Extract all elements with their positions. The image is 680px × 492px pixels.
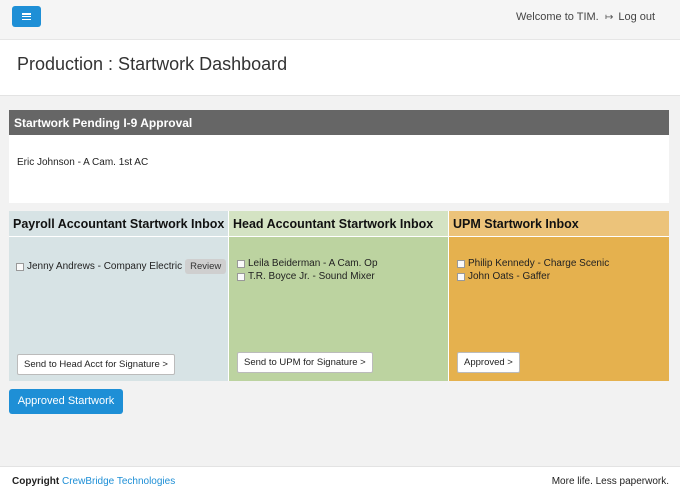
pending-i9-title: Startwork Pending I-9 Approval [9,110,669,135]
send-to-head-acct-button[interactable]: Send to Head Acct for Signature > [17,354,175,375]
list-item: Jenny Andrews - Company Electric Review [16,259,227,274]
top-bar: Welcome to TIM. ↦ Log out [0,0,680,40]
approved-button[interactable]: Approved > [457,352,520,373]
item-label: Jenny Andrews - Company Electric [27,261,183,272]
item-label: John Oats - Gaffer [468,271,551,282]
welcome-text: Welcome to TIM. [516,11,599,23]
list-item: John Oats - Gaffer [457,271,550,282]
review-button[interactable]: Review [185,259,227,274]
list-item: Philip Kennedy - Charge Scenic [457,258,609,269]
page-title: Production : Startwork Dashboard [17,54,288,74]
item-checkbox[interactable] [457,272,465,281]
item-checkbox[interactable] [16,262,24,271]
upm-inbox-title: UPM Startwork Inbox [449,211,669,237]
footer: Copyright CrewBridge Technologies More l… [0,466,680,492]
menu-button[interactable] [12,6,41,27]
item-label: Philip Kennedy - Charge Scenic [468,258,610,269]
pending-item[interactable]: Eric Johnson - A Cam. 1st AC [17,157,148,168]
logout-link[interactable]: ↦ Log out [605,11,655,23]
logout-label: Log out [618,11,656,23]
approved-startwork-button[interactable]: Approved Startwork [9,389,123,414]
pending-i9-panel: Startwork Pending I-9 Approval Eric John… [9,110,669,203]
copyright: Copyright CrewBridge Technologies [12,476,175,487]
item-checkbox[interactable] [237,272,245,281]
copyright-label: Copyright [12,476,60,487]
tagline: More life. Less paperwork. [551,476,669,487]
item-label: T.R. Boyce Jr. - Sound Mixer [248,271,375,282]
item-label: Leila Beiderman - A Cam. Op [248,258,378,269]
item-checkbox[interactable] [237,259,245,268]
upm-inbox: UPM Startwork Inbox Philip Kennedy - Cha… [449,211,669,381]
head-inbox-title: Head Accountant Startwork Inbox [229,211,448,237]
logout-icon: ↦ [605,11,614,23]
company-link[interactable]: CrewBridge Technologies [62,476,175,487]
payroll-inbox-title: Payroll Accountant Startwork Inbox [9,211,228,237]
payroll-inbox: Payroll Accountant Startwork Inbox Jenny… [9,211,229,381]
hamburger-icon [22,13,31,20]
send-to-upm-button[interactable]: Send to UPM for Signature > [237,352,373,373]
page-header: Production : Startwork Dashboard [0,40,680,96]
list-item: Leila Beiderman - A Cam. Op [237,258,378,269]
item-checkbox[interactable] [457,259,465,268]
list-item: T.R. Boyce Jr. - Sound Mixer [237,271,375,282]
head-accountant-inbox: Head Accountant Startwork Inbox Leila Be… [229,211,449,381]
